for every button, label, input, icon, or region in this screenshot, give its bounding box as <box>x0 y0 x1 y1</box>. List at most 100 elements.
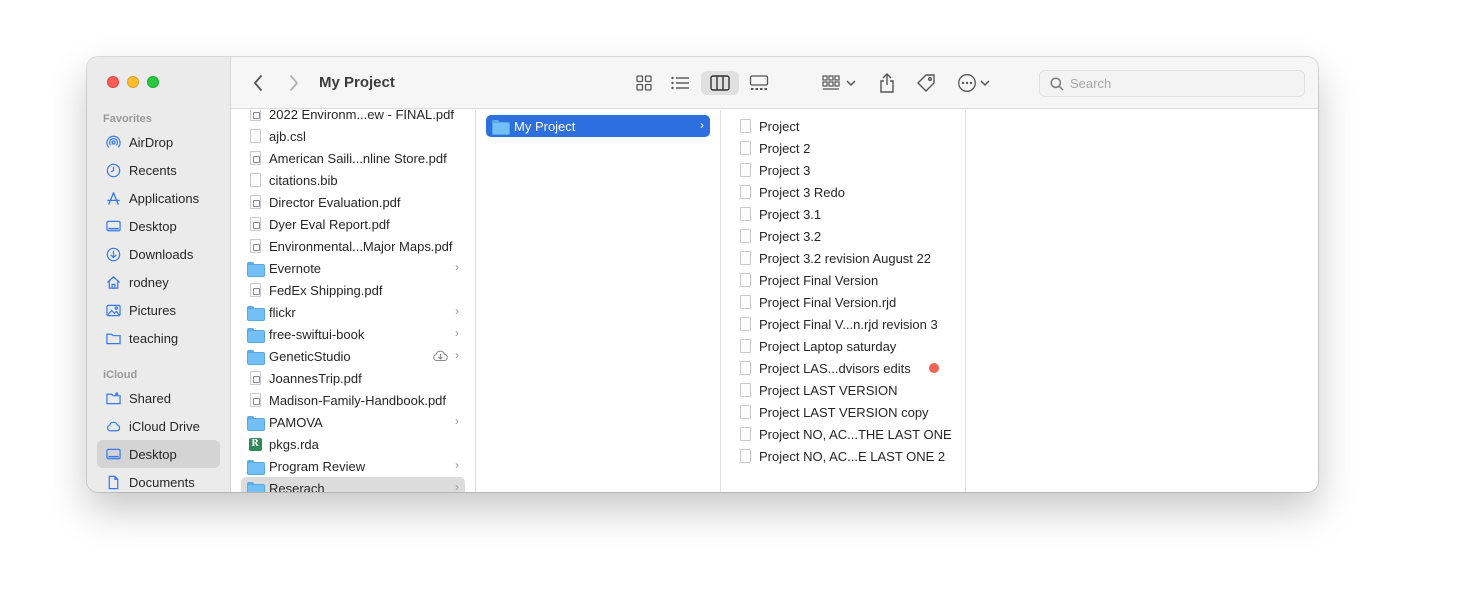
file-row[interactable]: Project LAS...dvisors edits <box>731 357 955 379</box>
file-row[interactable]: Project NO, AC...E LAST ONE 2 <box>731 445 955 467</box>
sidebar-item-pictures[interactable]: Pictures <box>97 296 220 324</box>
file-row[interactable]: Madison-Family-Handbook.pdf <box>241 389 465 411</box>
columns-icon <box>710 75 730 91</box>
document-file-icon <box>737 140 753 156</box>
file-row[interactable]: Project NO, AC...THE LAST ONE <box>731 423 955 445</box>
document-file-icon <box>737 426 753 442</box>
search-field[interactable] <box>1039 70 1305 97</box>
sidebar-item-documents[interactable]: Documents <box>97 468 220 492</box>
file-row[interactable]: Project Final Version.rjd <box>731 291 955 313</box>
folder-row[interactable]: flickr › <box>241 301 465 323</box>
file-row[interactable]: Project 3.2 revision August 22 <box>731 247 955 269</box>
file-row[interactable]: ajb.csl <box>241 125 465 147</box>
folder-row[interactable]: My Project › <box>486 115 710 137</box>
forward-button[interactable] <box>281 71 307 95</box>
sidebar-item-rodney[interactable]: rodney <box>97 268 220 296</box>
folder-row[interactable]: PAMOVA › <box>241 411 465 433</box>
file-row[interactable]: Project 3 Redo <box>731 181 955 203</box>
window-controls <box>107 76 159 88</box>
grid-icon <box>636 75 652 91</box>
sidebar-item-teaching[interactable]: teaching <box>97 324 220 352</box>
sidebar-item-desktop[interactable]: Desktop <box>97 440 220 468</box>
file-row[interactable]: Project <box>731 115 955 137</box>
file-row[interactable]: JoannesTrip.pdf <box>241 367 465 389</box>
document-file-icon <box>737 272 753 288</box>
pdf-file-icon <box>247 194 263 210</box>
sidebar-item-applications[interactable]: Applications <box>97 184 220 212</box>
sidebar-item-icloud-drive[interactable]: iCloud Drive <box>97 412 220 440</box>
file-row[interactable]: Dyer Eval Report.pdf <box>241 213 465 235</box>
folder-row[interactable]: GeneticStudio › <box>241 345 465 367</box>
file-row[interactable]: Project LAST VERSION copy <box>731 401 955 423</box>
sidebar-item-recents[interactable]: Recents <box>97 156 220 184</box>
file-row[interactable]: Project LAST VERSION <box>731 379 955 401</box>
column-3[interactable]: Project Project 2 Project 3 Project 3 Redo P… <box>721 110 966 492</box>
pdf-file-icon <box>247 238 263 254</box>
file-row[interactable]: Environmental...Major Maps.pdf <box>241 235 465 257</box>
folder-icon <box>247 348 265 365</box>
file-row[interactable]: FedEx Shipping.pdf <box>241 279 465 301</box>
file-row[interactable]: Project Final Version <box>731 269 955 291</box>
file-name: Project 3.2 <box>759 228 822 244</box>
folder-row[interactable]: free-swiftui-book › <box>241 323 465 345</box>
document-file-icon <box>737 338 753 354</box>
group-by-button[interactable] <box>819 71 859 95</box>
search-input[interactable] <box>1070 76 1290 91</box>
folder-row[interactable]: Program Review › <box>241 455 465 477</box>
sidebar-item-downloads[interactable]: Downloads <box>97 240 220 268</box>
file-name: Project Final Version.rjd <box>759 294 897 310</box>
file-name: Project 3 <box>759 162 811 178</box>
document-file-icon <box>737 184 753 200</box>
icloud-download-icon[interactable] <box>432 349 449 365</box>
file-row[interactable]: American Saili...nline Store.pdf <box>241 147 465 169</box>
sidebar-item-label: rodney <box>129 274 169 290</box>
icon-view-button[interactable] <box>631 71 657 95</box>
file-row[interactable]: Director Evaluation.pdf <box>241 191 465 213</box>
sidebar-item-airdrop[interactable]: AirDrop <box>97 128 220 156</box>
file-row[interactable]: Project Laptop saturday <box>731 335 955 357</box>
column-1[interactable]: 2022 Environm...ew - FINAL.pdf ajb.csl Ame… <box>231 110 476 492</box>
list-view-button[interactable] <box>667 71 693 95</box>
column-2[interactable]: My Project › <box>476 110 721 492</box>
sidebar-item-label: teaching <box>129 330 179 346</box>
file-name: Dyer Eval Report.pdf <box>269 216 390 232</box>
more-actions-button[interactable] <box>953 71 993 95</box>
share-button[interactable] <box>874 71 900 95</box>
back-button[interactable] <box>245 71 271 95</box>
close-button[interactable] <box>107 76 119 88</box>
minimize-button[interactable] <box>127 76 139 88</box>
tag-button[interactable] <box>913 71 939 95</box>
file-row[interactable]: Project 3.2 <box>731 225 955 247</box>
chevron-right-icon: › <box>700 118 704 132</box>
file-row[interactable]: 2022 Environm...ew - FINAL.pdf <box>241 110 465 125</box>
chevron-right-icon: › <box>455 480 459 492</box>
chevron-right-icon: › <box>455 304 459 318</box>
tag-icon <box>917 74 935 92</box>
sidebar-section-favorites: Favorites <box>103 113 152 125</box>
folder-row[interactable]: Evernote › <box>241 257 465 279</box>
zoom-button[interactable] <box>147 76 159 88</box>
file-name: 2022 Environm...ew - FINAL.pdf <box>269 110 454 122</box>
sidebar-section-icloud: iCloud <box>103 369 138 381</box>
pdf-file-icon <box>247 216 263 232</box>
sidebar-item-desktop[interactable]: Desktop <box>97 212 220 240</box>
document-file-icon <box>737 118 753 134</box>
file-row[interactable]: Rpkgs.rda <box>241 433 465 455</box>
sidebar-item-shared[interactable]: Shared <box>97 384 220 412</box>
file-row[interactable]: citations.bib <box>241 169 465 191</box>
file-row[interactable]: Project Final V...n.rjd revision 3 <box>731 313 955 335</box>
folder-row[interactable]: Reserach › <box>241 477 465 492</box>
file-row[interactable]: Project 3.1 <box>731 203 955 225</box>
file-name: Project NO, AC...E LAST ONE 2 <box>759 448 946 464</box>
gallery-icon <box>749 75 769 90</box>
gallery-view-button[interactable] <box>745 71 773 95</box>
pictures-icon <box>105 302 121 318</box>
sidebar: Favorites AirDrop Recents Applications Desk… <box>87 57 231 492</box>
folder-icon <box>105 330 121 346</box>
folder-icon <box>247 304 265 321</box>
file-row[interactable]: Project 2 <box>731 137 955 159</box>
document-file-icon <box>737 206 753 222</box>
document-file-icon <box>737 228 753 244</box>
column-view-button[interactable] <box>701 71 739 95</box>
file-row[interactable]: Project 3 <box>731 159 955 181</box>
